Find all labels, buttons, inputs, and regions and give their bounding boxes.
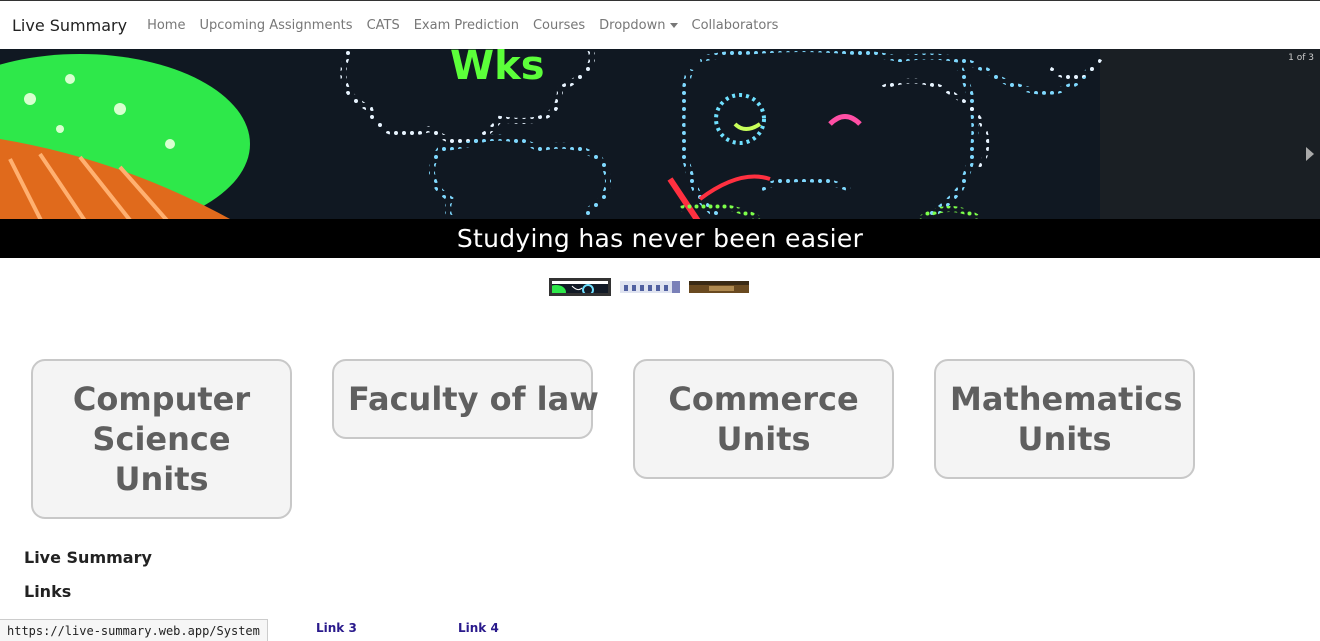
top-navbar: Live Summary Home Upcoming Assignments C… [0, 1, 1320, 49]
nav-courses[interactable]: Courses [533, 18, 585, 33]
status-bar-url: https://live-summary.web.app/System [0, 619, 268, 641]
thumbnail-3[interactable] [689, 278, 749, 297]
thumbnail-1[interactable] [549, 278, 611, 296]
computer-science-units-card[interactable]: Computer Science Units [31, 359, 292, 519]
footer-links-heading: Links [24, 582, 72, 601]
nav-collaborators[interactable]: Collaborators [692, 18, 779, 33]
unit-card-line-2: Units [1017, 420, 1112, 458]
unit-card-line-2: Science Units [92, 420, 231, 498]
footer-title: Live Summary [24, 548, 152, 567]
nav-exam-prediction[interactable]: Exam Prediction [414, 18, 519, 33]
unit-card-line-1: Commerce [668, 380, 859, 418]
nav-dropdown[interactable]: Dropdown [599, 17, 678, 33]
footer-link-4[interactable]: Link 4 [458, 621, 499, 635]
commerce-units-card[interactable]: Commerce Units [633, 359, 894, 479]
unit-card-line-1: Computer [72, 380, 251, 418]
thumbnail-2[interactable] [620, 278, 680, 297]
unit-card-line-2: Units [716, 420, 811, 458]
svg-text:Wks: Wks [450, 49, 545, 89]
unit-cards: Computer Science Units Faculty of law Co… [31, 359, 1235, 519]
nav-dropdown-label: Dropdown [599, 17, 666, 33]
thumbnail-2-image [620, 281, 680, 293]
caret-down-icon [669, 22, 678, 28]
brand-link[interactable]: Live Summary [12, 16, 127, 35]
carousel-caption: Studying has never been easier [456, 224, 864, 253]
faculty-of-law-card[interactable]: Faculty of law [332, 359, 599, 439]
nav-home[interactable]: Home [147, 18, 185, 33]
carousel-next-icon[interactable] [1306, 147, 1314, 161]
mathematics-units-card[interactable]: Mathematics Units [934, 359, 1195, 479]
nav-upcoming-assignments[interactable]: Upcoming Assignments [199, 18, 352, 33]
unit-card-line-1: Faculty of law [348, 380, 599, 418]
footer-link-3[interactable]: Link 3 [316, 621, 357, 635]
unit-card-line-1: Mathematics [950, 380, 1183, 418]
thumbnail-1-image [552, 284, 608, 293]
carousel-counter: 1 of 3 [1288, 53, 1314, 63]
carousel-thumbnails [549, 278, 758, 297]
thumbnail-3-image [689, 281, 749, 293]
carousel-caption-bar: Studying has never been easier [0, 219, 1320, 258]
nav-cats[interactable]: CATS [367, 18, 400, 33]
hero-carousel: Wks 1 of 3 Studying has never been easie… [0, 49, 1320, 258]
